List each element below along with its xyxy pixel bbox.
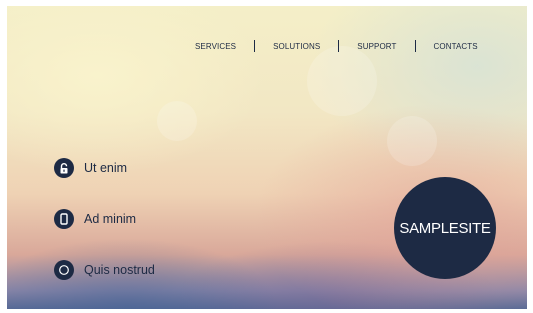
feature-list: Ut enim Ad minim Quis nostrud (54, 158, 155, 309)
bokeh-light (387, 116, 437, 166)
feature-label: Quis nostrud (84, 263, 155, 277)
logo-text: SAMPLESITE (399, 219, 491, 237)
bokeh-light (307, 46, 377, 116)
nav-divider (254, 40, 256, 52)
lock-icon (54, 158, 74, 178)
bokeh-light (157, 101, 197, 141)
nav-item-services[interactable]: SERVICES (195, 42, 236, 51)
nav-divider (414, 40, 416, 52)
feature-label: Ut enim (84, 161, 128, 175)
phone-icon (54, 209, 74, 229)
circle-icon (54, 260, 74, 280)
nav-divider (338, 40, 340, 52)
nav-item-support[interactable]: SUPPORT (357, 42, 396, 51)
feature-item-ut-enim[interactable]: Ut enim (54, 158, 155, 178)
feature-item-ad-minim[interactable]: Ad minim (54, 209, 155, 229)
feature-item-quis-nostrud[interactable]: Quis nostrud (54, 260, 155, 280)
site-logo[interactable]: SAMPLESITE (394, 177, 496, 279)
nav-item-contacts[interactable]: CONTACTS (434, 42, 478, 51)
feature-label: Ad minim (84, 212, 137, 226)
hero-background: SERVICES SOLUTIONS SUPPORT CONTACTS Ut e… (7, 6, 527, 309)
top-nav: SERVICES SOLUTIONS SUPPORT CONTACTS (195, 40, 478, 52)
nav-item-solutions[interactable]: SOLUTIONS (273, 42, 320, 51)
